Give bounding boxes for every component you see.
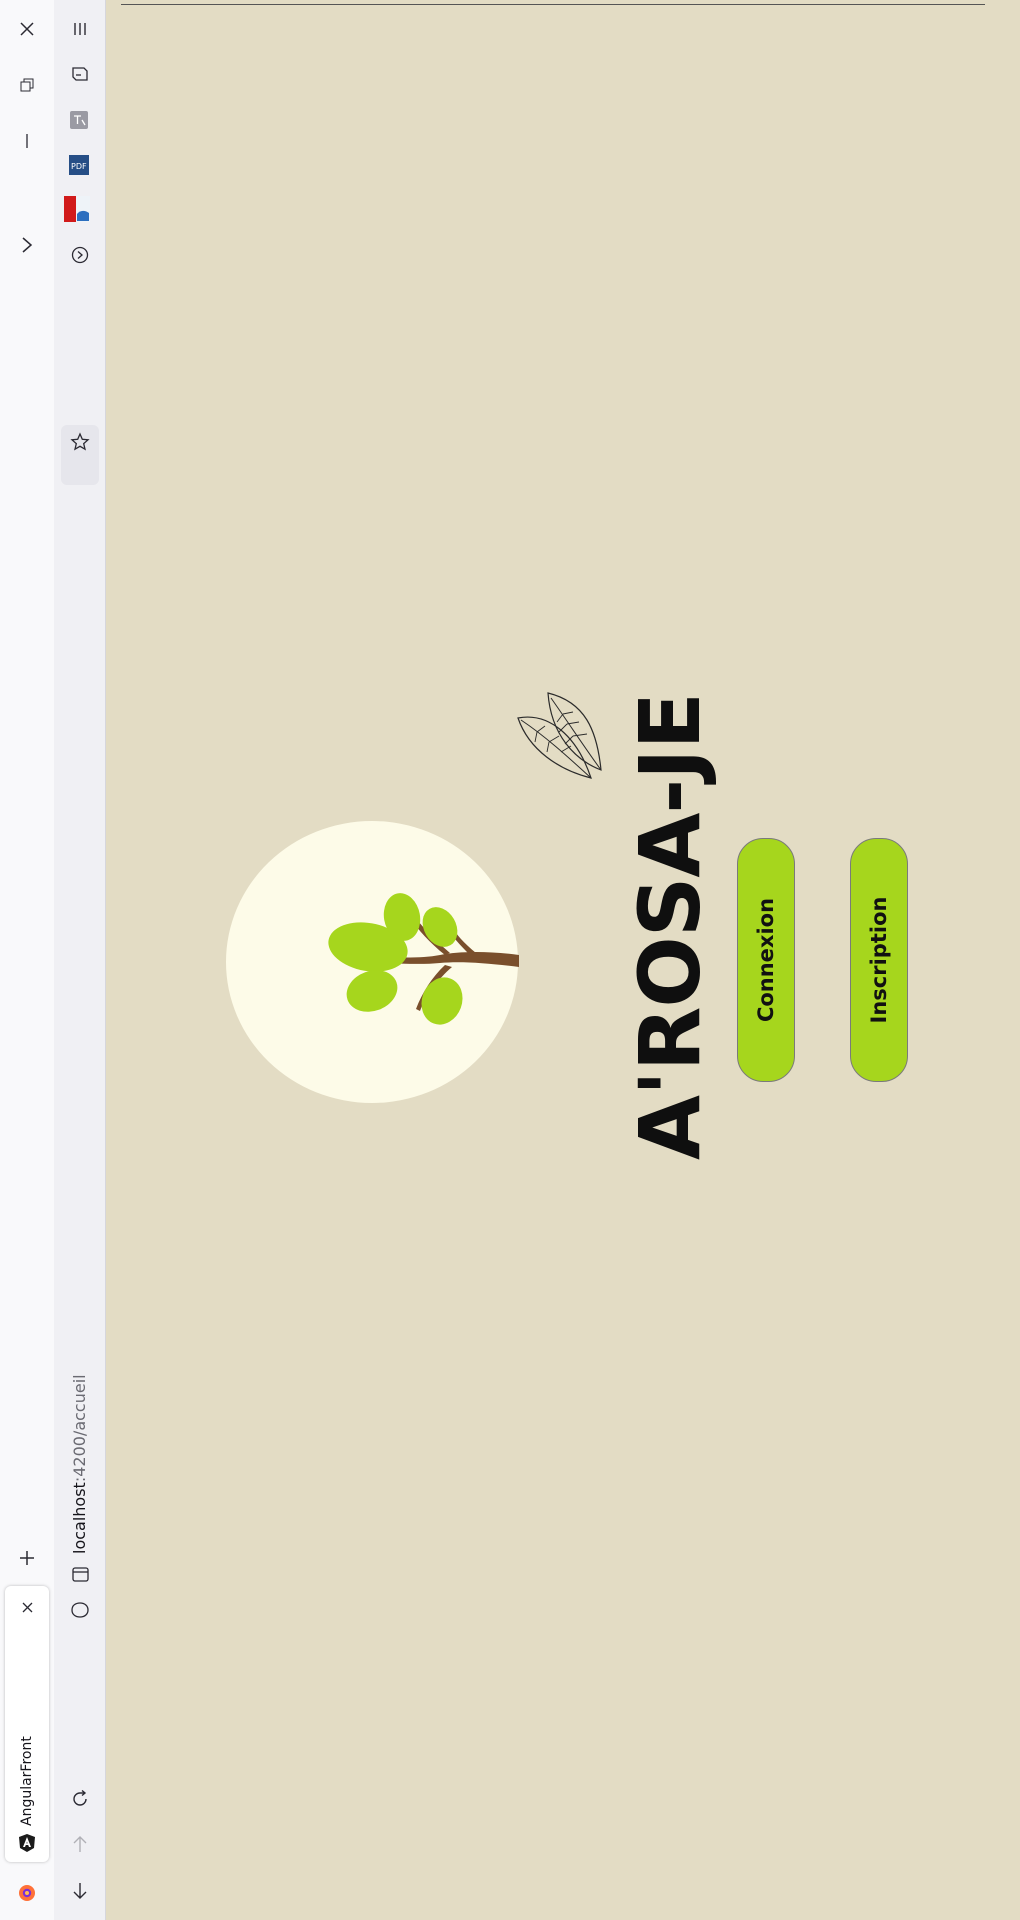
tab-angularfront[interactable]: AngularFront: [5, 1586, 49, 1862]
news-icon[interactable]: [63, 195, 91, 223]
back-icon[interactable]: [67, 1878, 93, 1904]
translate-icon[interactable]: [68, 109, 90, 131]
connexion-button-label: Connexion: [754, 897, 778, 1023]
url-host: localhost: [70, 1482, 89, 1554]
forward-icon[interactable]: [67, 1831, 93, 1857]
menu-icon[interactable]: [67, 16, 93, 42]
pdf-label: PDF: [71, 162, 87, 171]
browser-window-controls: AngularFront: [0, 0, 54, 1920]
browser-toolbar: PDF localhost:4200/accueil: [54, 0, 106, 1920]
page-info-icon[interactable]: [69, 1563, 91, 1585]
reload-icon[interactable]: [67, 1786, 93, 1812]
url-text[interactable]: localhost:4200/accueil: [70, 1374, 89, 1554]
close-window-icon[interactable]: [14, 16, 40, 42]
starred-icon[interactable]: [67, 429, 93, 455]
connexion-button[interactable]: Connexion: [737, 838, 795, 1082]
tracking-protection-icon[interactable]: [69, 1599, 91, 1621]
restore-window-icon[interactable]: [14, 72, 40, 98]
close-tab-icon[interactable]: [16, 1596, 38, 1618]
leaves-outline-icon: [517, 692, 602, 779]
new-tab-icon[interactable]: [14, 1545, 40, 1571]
tree-logo-icon: [328, 893, 519, 1025]
pdf-icon[interactable]: PDF: [68, 154, 90, 176]
chevron-right-icon[interactable]: [14, 232, 40, 258]
inscription-button-label: Inscription: [867, 896, 891, 1024]
inscription-button[interactable]: Inscription: [850, 838, 908, 1082]
tab-title: AngularFront: [19, 1736, 35, 1826]
firefox-logo-icon: [16, 1882, 38, 1904]
bookmark-icon[interactable]: [67, 61, 93, 87]
minimize-window-icon[interactable]: [14, 128, 40, 154]
brand-title: A'ROSA-JE: [621, 693, 719, 1160]
top-divider: [121, 4, 985, 5]
extension-icon[interactable]: [67, 242, 93, 268]
angular-favicon-icon: [17, 1832, 37, 1854]
url-path: :4200/accueil: [70, 1374, 89, 1483]
url-bar[interactable]: localhost:4200/accueil: [61, 1360, 99, 1630]
